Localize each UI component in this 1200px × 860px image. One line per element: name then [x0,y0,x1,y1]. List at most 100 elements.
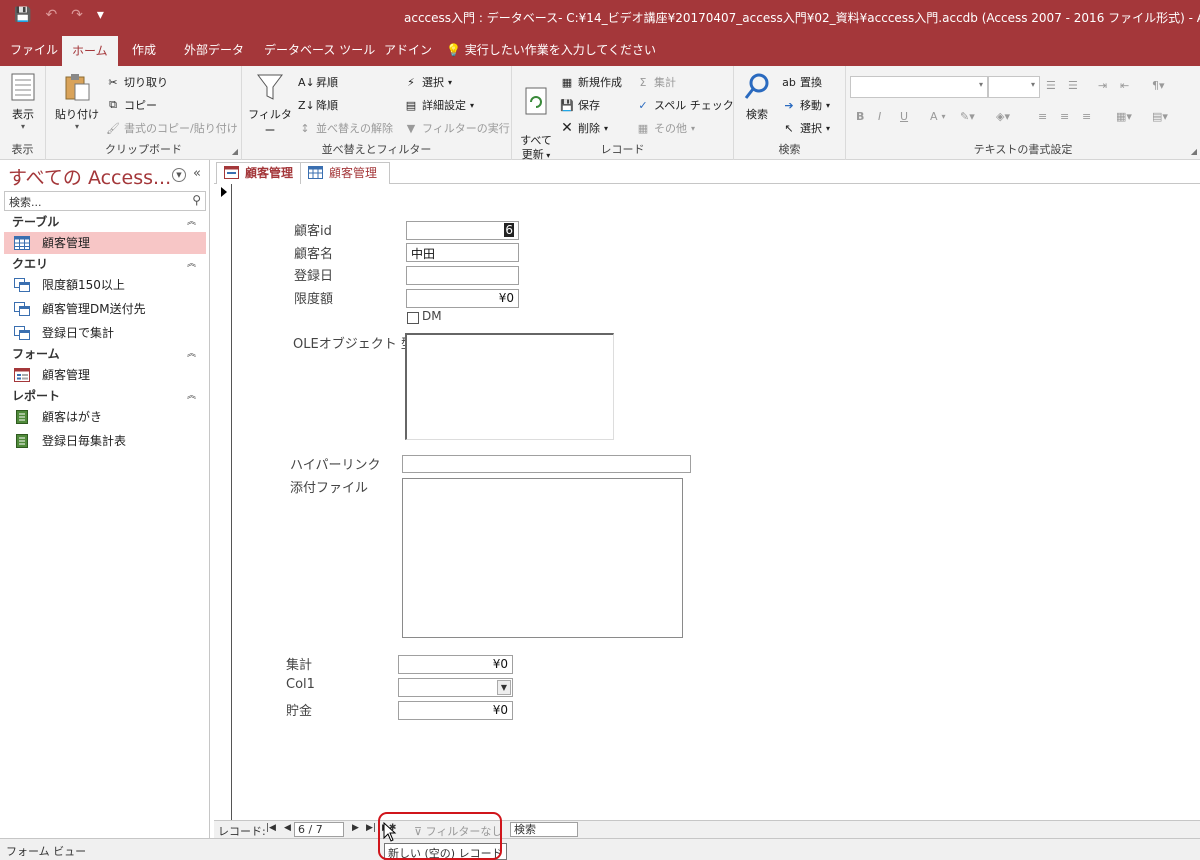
tab-home[interactable]: ホーム [62,36,118,66]
label-credit-limit: 限度額 [294,292,334,307]
nav-section-queries[interactable]: クエリ ︽ [4,254,206,274]
align-center-icon[interactable]: ≡ [1060,110,1069,123]
numbering-icon[interactable]: ☰ [1068,79,1078,92]
filter-button[interactable]: フィルター [248,72,292,138]
nav-header[interactable]: すべての Access... ▼ « [0,160,210,190]
attachment-field[interactable] [402,478,683,638]
collapse-section-icon[interactable]: ︽ [187,386,196,406]
collapse-section-icon[interactable]: ︽ [187,344,196,364]
hyperlink-field[interactable] [402,455,691,473]
customer-id-field[interactable]: 6 [406,221,519,240]
fill-color-icon[interactable]: ◈▾ [996,110,1010,123]
toggle-filter-button[interactable]: ▼ フィルターの実行 [404,120,510,136]
highlight-icon[interactable]: ✎▾ [960,110,975,123]
registration-date-field[interactable] [406,266,519,285]
ole-object-frame[interactable] [405,333,614,440]
customer-name-field[interactable]: 中田 [406,243,519,262]
search-icon[interactable]: ⚲ [192,193,201,207]
first-record-icon[interactable]: |◀ [266,823,276,833]
totals-button[interactable]: Σ 集計 [636,74,676,90]
nav-section-forms[interactable]: フォーム ︽ [4,344,206,364]
nav-item-form[interactable]: 顧客管理 [4,364,206,386]
gridlines-icon[interactable]: ▦▾ [1116,110,1132,123]
last-record-icon[interactable]: ▶| [366,823,376,833]
tab-addins[interactable]: アドイン [374,34,442,66]
dialog-launcher-icon[interactable]: ◢ [1191,147,1197,156]
bullets-icon[interactable]: ☰ [1046,79,1056,92]
save-icon[interactable]: 💾 [14,7,31,23]
collapse-pane-icon[interactable]: « [193,166,201,181]
delete-record-button[interactable]: ✕ 削除 ▾ [560,120,608,136]
paste-button[interactable]: 貼り付け ▾ [52,72,102,131]
align-left-icon[interactable]: ≡ [1038,110,1047,123]
font-name-dropdown[interactable]: ▾ [850,76,988,98]
save-icon: 💾 [560,98,574,112]
goto-button[interactable]: ➔ 移動 ▾ [782,97,830,113]
font-color-button[interactable]: A ▾ [930,110,946,123]
credit-limit-field[interactable]: ¥0 [406,289,519,308]
next-record-icon[interactable]: ▶ [352,823,359,833]
spelling-button[interactable]: ✓ スペル チェック [636,97,733,113]
customize-qat-icon[interactable]: ▾ [97,7,104,23]
tab-create[interactable]: 作成 [122,34,166,66]
ribbon: 表示 ▾ 表示 貼り付け ▾ ✂ 切り取り ⧉ コピー 🖌 書式のコピー/貼り付け ク… [0,66,1200,161]
nav-item-report[interactable]: 登録日毎集計表 [4,430,206,452]
nav-item-query[interactable]: 顧客管理DM送付先 [4,298,206,320]
bold-button[interactable]: B [856,110,864,123]
undo-icon[interactable]: ↶ [45,7,57,23]
decrease-indent-icon[interactable]: ⇤ [1120,79,1129,92]
nav-section-reports[interactable]: レポート ︽ [4,386,206,406]
view-button[interactable]: 表示 ▾ [6,72,40,131]
col1-combobox[interactable]: ▼ [398,678,513,697]
tell-me-box[interactable]: 💡 実行したい作業を入力してください [446,34,656,66]
align-right-icon[interactable]: ≡ [1082,110,1091,123]
dialog-launcher-icon[interactable]: ◢ [232,147,238,156]
new-record-button[interactable]: ▦ 新規作成 [560,74,622,90]
nav-item-query[interactable]: 限度額150以上 [4,274,206,296]
nav-section-tables[interactable]: テーブル ︽ [4,212,206,232]
paragraph-direction-icon[interactable]: ¶▾ [1152,79,1165,92]
nav-search-input[interactable]: 検索... ⚲ [4,191,206,211]
advanced-filter-button[interactable]: ▤ 詳細設定 ▾ [404,97,474,113]
save-record-button[interactable]: 💾 保存 [560,97,600,113]
collapse-section-icon[interactable]: ︽ [187,212,196,232]
more-button[interactable]: ▦ その他 ▾ [636,120,695,136]
selection-filter-button[interactable]: ⚡ 選択 ▾ [404,74,452,90]
find-button[interactable]: 検索 [740,72,774,122]
sort-descending-button[interactable]: Z↓ 降順 [298,97,338,113]
italic-button[interactable]: I [878,110,881,123]
increase-indent-icon[interactable]: ⇥ [1098,79,1107,92]
quick-access-toolbar: 💾 ↶ ↷ ▾ [14,7,104,23]
tab-external-data[interactable]: 外部データ [174,34,254,66]
select-button[interactable]: ↖ 選択 ▾ [782,120,830,136]
nav-item-table[interactable]: 顧客管理 [4,232,206,254]
record-search-input[interactable]: 検索 [510,822,578,837]
record-selector[interactable] [214,184,232,820]
alternate-row-color-icon[interactable]: ▤▾ [1152,110,1168,123]
nav-item-report[interactable]: 顧客はがき [4,406,206,428]
doc-tab-table[interactable]: 顧客管理 [300,162,391,184]
sort-ascending-button[interactable]: A↓ 昇順 [298,74,338,90]
chevron-down-icon[interactable]: ▼ [172,168,186,182]
redo-icon[interactable]: ↷ [71,7,83,23]
dm-checkbox[interactable] [407,312,419,324]
replace-button[interactable]: ab 置換 [782,74,822,90]
tab-database-tools[interactable]: データベース ツール [254,34,385,66]
format-painter-button[interactable]: 🖌 書式のコピー/貼り付け [106,120,238,136]
tab-file[interactable]: ファイル [0,34,68,66]
doc-tab-form[interactable]: 顧客管理 [216,162,307,184]
current-record-input[interactable]: 6 / 7 [294,822,344,837]
underline-button[interactable]: U [900,110,908,123]
remove-sort-button[interactable]: ↕ 並べ替えの解除 [298,120,393,136]
copy-button[interactable]: ⧉ コピー [106,97,157,113]
total-field[interactable]: ¥0 [398,655,513,674]
previous-record-icon[interactable]: ◀ [284,823,291,833]
group-text-formatting: ▾ ▾ ☰ ☰ ⇥ ⇤ ¶▾ B I U A ▾ ✎▾ ◈▾ ≡ ≡ ≡ ▦▾ ▤… [846,66,1200,160]
nav-item-query[interactable]: 登録日で集計 [4,322,206,344]
cut-button[interactable]: ✂ 切り取り [106,74,168,90]
collapse-section-icon[interactable]: ︽ [187,254,196,274]
label-registration-date: 登録日 [294,269,334,284]
savings-field[interactable]: ¥0 [398,701,513,720]
chevron-down-icon[interactable]: ▼ [497,680,511,695]
font-size-dropdown[interactable]: ▾ [988,76,1040,98]
